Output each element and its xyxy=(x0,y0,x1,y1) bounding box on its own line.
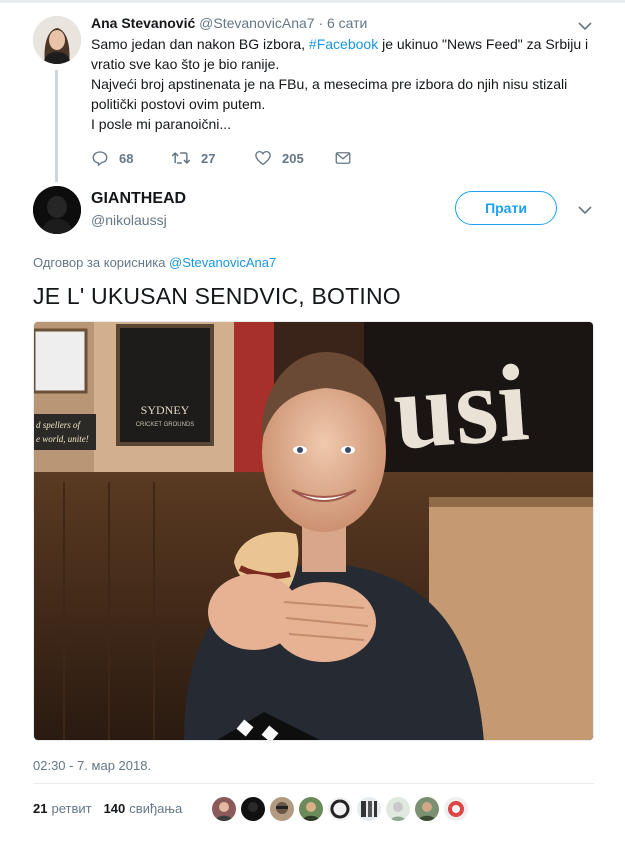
retweets-label: ретвит xyxy=(51,801,92,816)
retweet-count: 27 xyxy=(201,150,216,166)
liker-avatar[interactable] xyxy=(386,797,410,821)
tweet-photo[interactable]: usi SYDNEY CRICKET GROUNDS d spellers of… xyxy=(33,321,594,741)
chalkboard-text: e world, unite! xyxy=(36,434,89,444)
liker-avatar[interactable] xyxy=(415,797,439,821)
parent-tweet[interactable]: Ana Stevanović @StevanovicAna7 · 6 сати … xyxy=(0,6,625,182)
avatar[interactable] xyxy=(33,186,81,234)
likes-label: свиђања xyxy=(129,801,183,816)
tweet-text-line: I posle mi paranoični... xyxy=(91,116,232,132)
reply-button[interactable]: 68 xyxy=(91,149,171,167)
liker-avatar[interactable] xyxy=(241,797,265,821)
chalkboard-text: d spellers of xyxy=(36,420,81,430)
poster-text: SYDNEY xyxy=(141,403,190,417)
reply-prefix: Одговор за корисника xyxy=(33,255,170,270)
heart-icon xyxy=(255,150,271,166)
user-name[interactable]: Ana Stevanović xyxy=(91,15,195,31)
photo-image: usi SYDNEY CRICKET GROUNDS d spellers of… xyxy=(34,322,593,740)
retweet-button[interactable]: 27 xyxy=(171,149,254,167)
user-handle[interactable]: @nikolaussj xyxy=(91,212,167,228)
retweets-stat[interactable]: 21 ретвит xyxy=(33,801,92,816)
poster-subtext: CRICKET GROUNDS xyxy=(136,422,195,428)
likers-avatars xyxy=(212,797,473,821)
divider xyxy=(33,783,594,784)
tweet-timestamp[interactable]: 02:30 - 7. мар 2018. xyxy=(33,758,151,773)
tweet-text-part: Samo jedan dan nakon BG izbora, xyxy=(91,36,309,52)
liker-avatar[interactable] xyxy=(270,797,294,821)
retweet-icon xyxy=(171,152,191,164)
reply-context: Одговор за корисника @StevanovicAna7 xyxy=(33,255,276,270)
tweet-text: Samo jedan dan nakon BG izbora, #Faceboo… xyxy=(91,34,591,134)
tweet-stats: 21 ретвит 140 свиђања xyxy=(33,801,182,816)
thread-line xyxy=(55,70,58,182)
liker-avatar[interactable] xyxy=(357,797,381,821)
envelope-icon xyxy=(335,152,351,164)
likes-stat[interactable]: 140 свиђања xyxy=(104,801,183,816)
reply-icon xyxy=(92,151,108,167)
direct-message-button[interactable] xyxy=(334,149,362,167)
tweet-header: Ana Stevanović @StevanovicAna7 · 6 сати xyxy=(91,15,367,31)
tweet-text: JE L' UKUSAN SENDVIC, BOTINO xyxy=(33,283,401,309)
like-count: 205 xyxy=(282,150,304,166)
top-divider xyxy=(0,0,625,3)
user-name[interactable]: GIANTHEAD xyxy=(91,190,186,208)
user-handle[interactable]: @StevanovicAna7 xyxy=(199,15,314,31)
chevron-down-icon[interactable] xyxy=(577,18,593,34)
svg-text:usi: usi xyxy=(389,341,532,472)
chevron-down-icon[interactable] xyxy=(577,202,593,218)
liker-avatar[interactable] xyxy=(299,797,323,821)
likes-count: 140 xyxy=(103,801,126,816)
tweet-time[interactable]: · 6 сати xyxy=(318,15,367,31)
reply-count: 68 xyxy=(119,150,134,166)
reply-to-link[interactable]: @StevanovicAna7 xyxy=(169,255,276,270)
avatar[interactable] xyxy=(33,16,81,64)
liker-avatar[interactable] xyxy=(328,797,352,821)
retweets-count: 21 xyxy=(33,801,48,816)
liker-avatar[interactable] xyxy=(444,797,468,821)
liker-avatar[interactable] xyxy=(212,797,236,821)
follow-button[interactable]: Прати xyxy=(455,191,557,225)
hashtag-link[interactable]: #Facebook xyxy=(309,36,378,52)
tweet-text-line: Najveći broj apstinenata je na FBu, a me… xyxy=(91,76,568,112)
like-button[interactable]: 205 xyxy=(254,149,334,167)
tweet-actions: 68 27 205 xyxy=(91,148,362,168)
